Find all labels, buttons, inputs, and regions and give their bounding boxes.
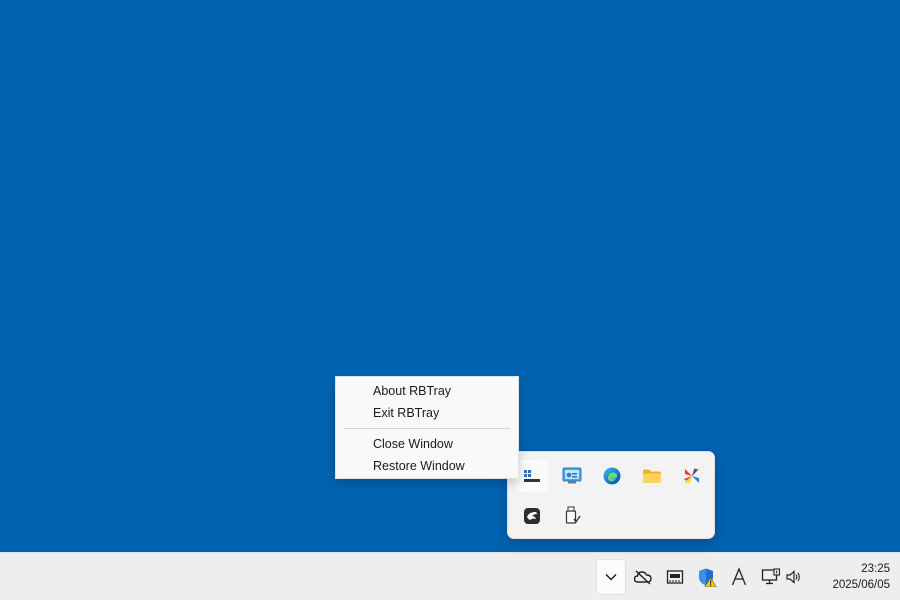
taskbar: 23:25 2025/06/05 bbox=[0, 552, 900, 600]
edge-icon[interactable] bbox=[596, 460, 628, 492]
cloud-off-icon[interactable] bbox=[628, 561, 658, 593]
menu-item-restore-window[interactable]: Restore Window bbox=[336, 455, 518, 477]
show-hidden-icons-button[interactable] bbox=[596, 559, 626, 595]
menu-item-exit-rbtray[interactable]: Exit RBTray bbox=[336, 402, 518, 424]
rbtray-icon[interactable] bbox=[516, 460, 548, 492]
usb-eject-icon[interactable] bbox=[556, 500, 588, 532]
network-monitor-icon[interactable] bbox=[556, 460, 588, 492]
memory-icon[interactable] bbox=[660, 561, 690, 593]
clock-time: 23:25 bbox=[861, 563, 890, 575]
menu-item-about-rbtray[interactable]: About RBTray bbox=[336, 380, 518, 402]
taskbar-clock[interactable]: 23:25 2025/06/05 bbox=[808, 561, 890, 593]
clock-date: 2025/06/05 bbox=[832, 579, 890, 591]
tray-overflow-flyout bbox=[507, 451, 715, 539]
windows-security-icon[interactable] bbox=[692, 561, 722, 593]
colorful-app-icon[interactable] bbox=[676, 460, 708, 492]
menu-separator bbox=[344, 428, 510, 429]
volume-icon[interactable] bbox=[781, 561, 807, 593]
context-menu: About RBTray Exit RBTray Close Window Re… bbox=[335, 376, 519, 479]
folder-icon[interactable] bbox=[636, 460, 668, 492]
font-icon[interactable] bbox=[724, 561, 754, 593]
menu-item-close-window[interactable]: Close Window bbox=[336, 433, 518, 455]
chevron-down-icon bbox=[605, 573, 617, 581]
dark-app-icon[interactable] bbox=[516, 500, 548, 532]
